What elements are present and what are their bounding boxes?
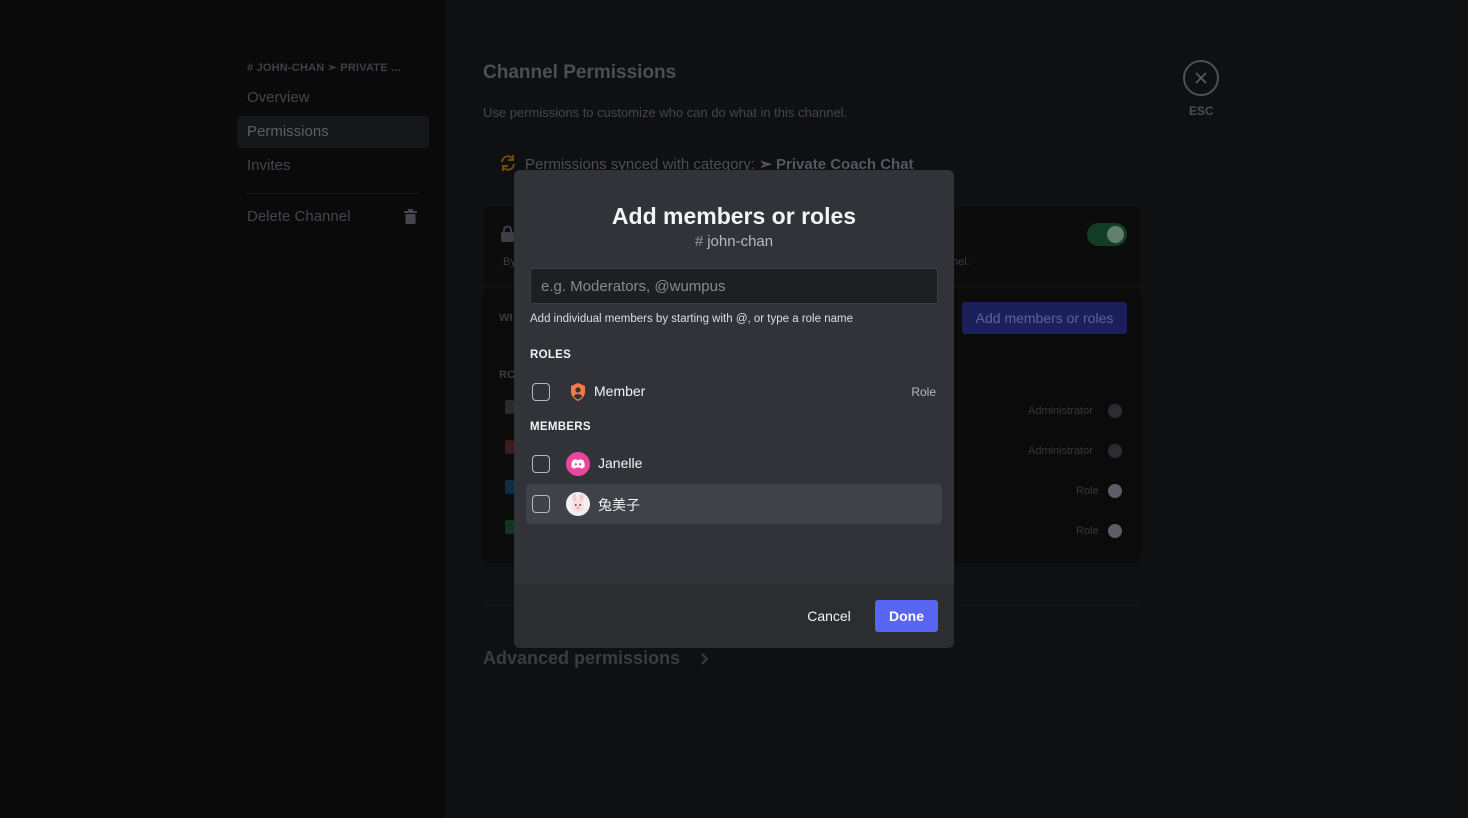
member-checkbox[interactable] bbox=[532, 455, 550, 473]
cancel-button[interactable]: Cancel bbox=[796, 600, 862, 632]
role-icon bbox=[505, 520, 514, 534]
row-type-label: Administrator bbox=[1028, 405, 1093, 417]
private-channel-toggle[interactable] bbox=[1087, 223, 1127, 246]
role-row-member[interactable]: Member Role bbox=[526, 372, 942, 412]
close-icon bbox=[1195, 72, 1207, 84]
sidebar-item-invites[interactable]: Invites bbox=[237, 150, 429, 182]
roles-header-text: RC bbox=[499, 369, 515, 381]
modal-footer: Cancel Done bbox=[514, 584, 954, 648]
member-row-janelle[interactable]: Janelle bbox=[526, 444, 942, 484]
remove-icon[interactable] bbox=[1108, 484, 1122, 498]
role-icon bbox=[505, 440, 514, 454]
sidebar-breadcrumb: # JOHN-CHAN ➣ PRIVATE ... bbox=[247, 62, 401, 74]
close-button[interactable] bbox=[1183, 60, 1219, 96]
roles-section-header: ROLES bbox=[530, 349, 572, 361]
channel-hash-icon: # bbox=[694, 233, 704, 250]
discord-icon bbox=[566, 452, 590, 476]
trash-icon[interactable] bbox=[404, 209, 417, 224]
page-subtitle: Use permissions to customize who can do … bbox=[483, 105, 848, 120]
search-input[interactable] bbox=[530, 268, 938, 304]
member-name: 兔美子 bbox=[598, 497, 640, 513]
toggle-check-icon bbox=[1107, 226, 1124, 243]
chevron-right-icon[interactable] bbox=[700, 652, 710, 666]
esc-label: ESC bbox=[1189, 104, 1214, 118]
settings-sidebar: # JOHN-CHAN ➣ PRIVATE ... Overview Permi… bbox=[0, 0, 445, 818]
role-checkbox[interactable] bbox=[532, 383, 550, 401]
modal-channel: # john-chan bbox=[514, 233, 954, 250]
role-type-label: Role bbox=[911, 385, 936, 399]
role-icon bbox=[505, 400, 514, 414]
role-shield-icon bbox=[571, 383, 585, 401]
sidebar-item-delete-channel[interactable]: Delete Channel bbox=[237, 201, 429, 233]
row-type-label: Role bbox=[1076, 525, 1099, 537]
add-members-button[interactable]: Add members or roles bbox=[962, 302, 1127, 334]
add-members-modal: Add members or roles #john-chan Add indi… bbox=[514, 170, 954, 648]
remove-icon[interactable] bbox=[1108, 444, 1122, 458]
advanced-permissions-heading[interactable]: Advanced permissions bbox=[483, 648, 680, 669]
panel-header-text: WI bbox=[499, 312, 513, 324]
modal-title: Add members or roles bbox=[611, 203, 857, 229]
page-title: Channel Permissions bbox=[483, 62, 677, 83]
role-name: Member bbox=[594, 383, 646, 399]
lock-icon bbox=[501, 225, 514, 242]
remove-icon[interactable] bbox=[1108, 404, 1122, 418]
sync-icon bbox=[501, 155, 515, 171]
remove-icon[interactable] bbox=[1108, 524, 1122, 538]
row-type-label: Role bbox=[1076, 485, 1099, 497]
search-hint: Add individual members by starting with … bbox=[530, 313, 853, 325]
modal-channel-name: john-chan bbox=[707, 233, 774, 250]
bunny-avatar bbox=[566, 492, 590, 516]
panel-text-right: nel. bbox=[952, 256, 970, 268]
row-type-label: Administrator bbox=[1028, 445, 1093, 457]
sidebar-divider bbox=[247, 193, 419, 194]
member-name: Janelle bbox=[598, 455, 643, 471]
member-checkbox[interactable] bbox=[532, 495, 550, 513]
done-button[interactable]: Done bbox=[875, 600, 938, 632]
members-section-header: MEMBERS bbox=[530, 421, 591, 433]
member-row-bunny[interactable]: 兔美子 bbox=[526, 484, 942, 524]
sidebar-item-permissions[interactable]: Permissions bbox=[237, 116, 429, 148]
sidebar-item-overview[interactable]: Overview bbox=[237, 82, 429, 114]
role-icon bbox=[505, 480, 514, 494]
